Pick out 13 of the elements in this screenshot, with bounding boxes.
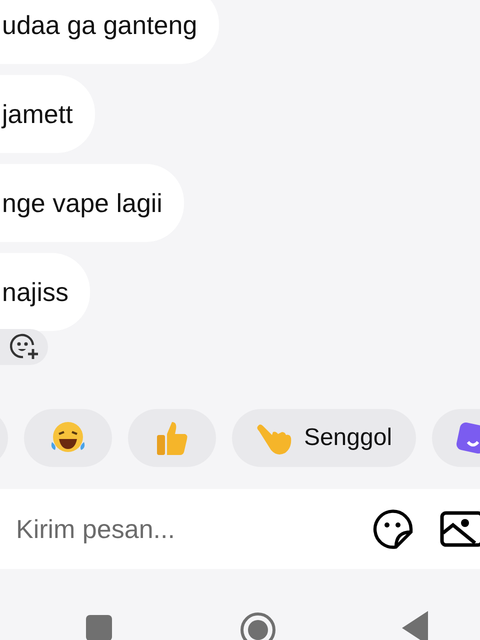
message-bubble: jamett	[0, 75, 95, 153]
back-button[interactable]	[402, 611, 428, 640]
image-icon[interactable]	[440, 511, 480, 547]
message-bubble: udaa ga ganteng	[0, 0, 220, 64]
message-bubble: nge vape lagii	[0, 164, 184, 242]
nudge-button[interactable]: Senggol	[232, 409, 416, 467]
thumbs-up-icon	[155, 420, 189, 456]
sticker-icon[interactable]	[372, 508, 414, 550]
message-composer[interactable]: Kirim pesan...	[0, 489, 480, 569]
add-emoji-icon	[9, 332, 39, 362]
home-button[interactable]	[239, 611, 277, 640]
message-bubble: najiss	[0, 253, 90, 331]
add-reaction-button[interactable]	[0, 329, 48, 365]
